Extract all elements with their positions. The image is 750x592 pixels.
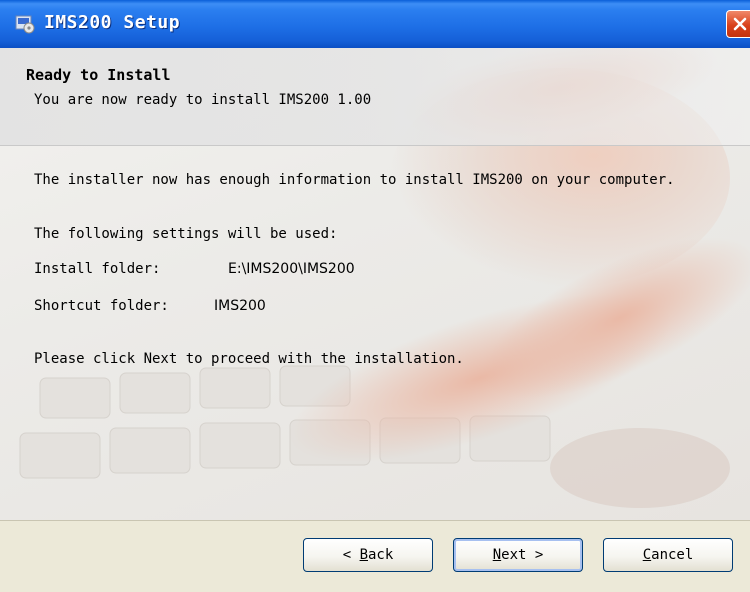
page-subtitle: You are now ready to install IMS200 1.00 — [34, 92, 372, 108]
setup-window: Ready to Install You are now ready to in… — [0, 0, 750, 592]
back-accel: B — [359, 547, 368, 563]
install-folder-value: E:\IMS200\IMS200 — [228, 261, 355, 277]
intro-text: The installer now has enough information… — [34, 172, 675, 188]
cancel-rest: ancel — [651, 547, 694, 563]
next-button[interactable]: Next > — [453, 538, 583, 572]
close-icon — [733, 17, 747, 31]
install-folder-label: Install folder: — [34, 261, 161, 277]
page-title: Ready to Install — [26, 66, 171, 84]
settings-heading: The following settings will be used: — [34, 226, 338, 242]
cancel-accel: C — [642, 547, 652, 563]
shortcut-folder-value: IMS200 — [214, 298, 266, 314]
shortcut-folder-label: Shortcut folder: — [34, 298, 169, 314]
next-accel: N — [492, 547, 502, 563]
cancel-button[interactable]: Cancel — [603, 538, 733, 572]
window-title: IMS200 Setup — [44, 12, 181, 33]
back-rest: ack — [368, 547, 394, 563]
instruction-text: Please click Next to proceed with the in… — [34, 351, 464, 367]
setup-app-icon — [14, 12, 36, 34]
next-rest: ext > — [501, 547, 544, 563]
back-prefix: < — [342, 547, 360, 563]
title-bar[interactable]: IMS200 Setup — [0, 0, 750, 48]
back-button[interactable]: < Back — [303, 538, 433, 572]
close-button[interactable] — [726, 10, 750, 38]
